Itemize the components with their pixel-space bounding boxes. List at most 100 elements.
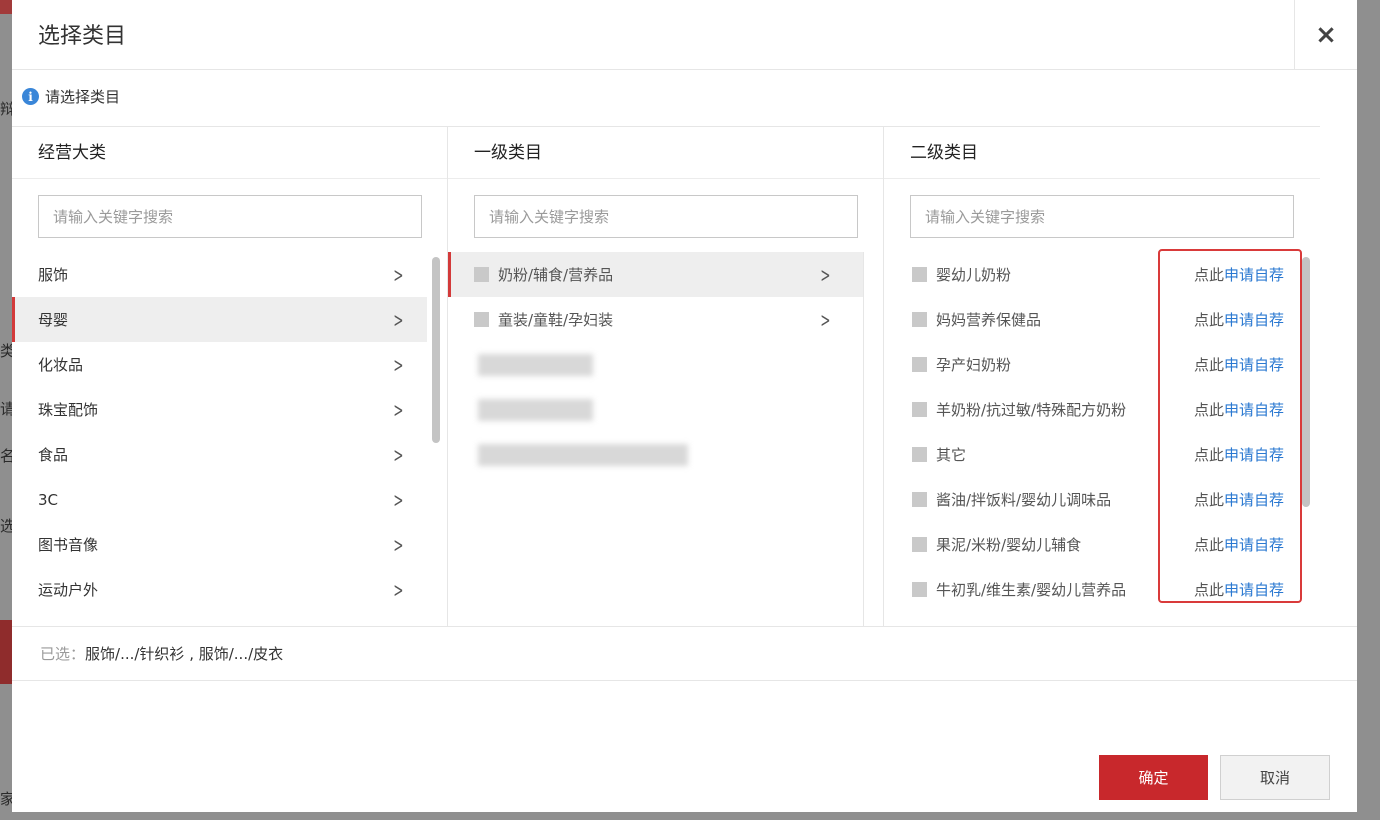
apply-link[interactable]: 点此申请自荐 xyxy=(1194,399,1284,420)
list-item[interactable]: 童装/童鞋/孕妇装 > xyxy=(448,297,864,342)
list-item[interactable]: 图书音像 > xyxy=(12,522,427,567)
list-item-label: 羊奶粉/抗过敏/特殊配方奶粉 xyxy=(936,401,1127,419)
apply-link-prefix: 点此 xyxy=(1194,536,1225,554)
list-item-label: 3C xyxy=(38,490,59,509)
list-item: 妈妈营养保健品 点此申请自荐 xyxy=(884,297,1299,342)
list-item: 婴幼儿奶粉 点此申请自荐 xyxy=(884,252,1299,297)
checkbox[interactable] xyxy=(912,447,927,462)
chevron-right-icon: > xyxy=(393,352,404,377)
scrollbar[interactable] xyxy=(1302,257,1310,507)
apply-link[interactable]: 点此申请自荐 xyxy=(1194,534,1284,555)
list-item-label: 酱油/拌饭料/婴幼儿调味品 xyxy=(936,491,1112,509)
list-item: 牛初乳/维生素/婴幼儿营养品 点此申请自荐 xyxy=(884,567,1299,612)
cancel-button[interactable]: 取消 xyxy=(1220,755,1330,800)
list-item-label: 牛初乳/维生素/婴幼儿营养品 xyxy=(936,581,1127,599)
selected-summary: 已选：服饰/.../针织衫 , 服饰/.../皮衣 xyxy=(12,626,1357,681)
obscured-row xyxy=(448,432,864,477)
search-input[interactable] xyxy=(910,195,1294,238)
checkbox[interactable] xyxy=(912,357,927,372)
column-level1-category: 一级类目 奶粉/辅食/营养品 > 童装/童鞋/孕妇装 > xyxy=(448,127,884,627)
modal-title: 选择类目 xyxy=(38,24,127,49)
apply-link[interactable]: 点此申请自荐 xyxy=(1194,489,1284,510)
list-item-label: 珠宝配饰 xyxy=(38,401,99,419)
list-item: 酱油/拌饭料/婴幼儿调味品 点此申请自荐 xyxy=(884,477,1299,522)
apply-link-text: 申请自荐 xyxy=(1224,491,1285,509)
hint-text: 请选择类目 xyxy=(45,88,121,106)
checkbox[interactable] xyxy=(912,537,927,552)
chevron-right-icon: > xyxy=(393,487,404,512)
search-input[interactable] xyxy=(474,195,858,238)
modal-header: 选择类目 × xyxy=(12,0,1357,70)
apply-link-prefix: 点此 xyxy=(1194,581,1225,599)
list-item-label: 奶粉/辅食/营养品 xyxy=(498,266,614,284)
column-header: 一级类目 xyxy=(448,127,883,179)
list-item[interactable]: 母婴 > xyxy=(12,297,427,342)
list-item[interactable]: 服饰 > xyxy=(12,252,427,297)
hint-message: i 请选择类目 xyxy=(22,86,120,107)
list-item[interactable]: 运动户外 > xyxy=(12,567,427,612)
apply-link[interactable]: 点此申请自荐 xyxy=(1194,444,1284,465)
selected-label: 已选： xyxy=(40,645,86,663)
list-item[interactable]: 化妆品 > xyxy=(12,342,427,387)
list-item-label: 服饰 xyxy=(38,266,69,284)
list-item-label: 妈妈营养保健品 xyxy=(936,311,1042,329)
list-item: 孕产妇奶粉 点此申请自荐 xyxy=(884,342,1299,387)
list-item[interactable]: 珠宝配饰 > xyxy=(12,387,427,432)
apply-link-text: 申请自荐 xyxy=(1224,581,1285,599)
business-category-list: 服饰 > 母婴 > 化妆品 > 珠宝配饰 > 食品 >3C > 图书音像 > 运动户外 > xyxy=(12,252,427,612)
list-item-label: 化妆品 xyxy=(38,356,84,374)
checkbox[interactable] xyxy=(912,582,927,597)
apply-link-prefix: 点此 xyxy=(1194,266,1225,284)
confirm-button[interactable]: 确定 xyxy=(1099,755,1208,800)
checkbox[interactable] xyxy=(912,402,927,417)
chevron-right-icon: > xyxy=(393,262,404,287)
column-business-category: 经营大类 服饰 > 母婴 > 化妆品 > 珠宝配饰 > 食品 >3C > 图书音像 > 运动户外 > xyxy=(12,127,448,626)
list-item-label: 果泥/米粉/婴幼儿辅食 xyxy=(936,536,1082,554)
chevron-right-icon: > xyxy=(820,307,831,332)
checkbox[interactable] xyxy=(474,267,489,282)
apply-link-prefix: 点此 xyxy=(1194,491,1225,509)
redacted-block xyxy=(478,444,688,466)
list-item[interactable]: 奶粉/辅食/营养品 > xyxy=(448,252,864,297)
apply-link[interactable]: 点此申请自荐 xyxy=(1194,354,1284,375)
chevron-right-icon: > xyxy=(820,262,831,287)
search-input[interactable] xyxy=(38,195,422,238)
checkbox[interactable] xyxy=(912,492,927,507)
list-item: 果泥/米粉/婴幼儿辅食 点此申请自荐 xyxy=(884,522,1299,567)
checkbox[interactable] xyxy=(474,312,489,327)
backdrop-red-corner xyxy=(0,0,12,14)
list-item-label: 图书音像 xyxy=(38,536,99,554)
close-icon[interactable]: × xyxy=(1294,0,1357,70)
apply-link-text: 申请自荐 xyxy=(1224,356,1285,374)
list-item[interactable]: 食品 > xyxy=(12,432,427,477)
apply-link-prefix: 点此 xyxy=(1194,401,1225,419)
category-select-modal: 选择类目 × i 请选择类目 经营大类 服饰 > 母婴 > 化妆品 > 珠宝配饰 > 食品 >3C… xyxy=(12,0,1357,812)
chevron-right-icon: > xyxy=(393,307,404,332)
list-item-label: 孕产妇奶粉 xyxy=(936,356,1012,374)
chevron-right-icon: > xyxy=(393,577,404,602)
list-item: 其它 点此申请自荐 xyxy=(884,432,1299,477)
chevron-right-icon: > xyxy=(393,532,404,557)
apply-link[interactable]: 点此申请自荐 xyxy=(1194,309,1284,330)
apply-link-prefix: 点此 xyxy=(1194,311,1225,329)
apply-link[interactable]: 点此申请自荐 xyxy=(1194,579,1284,600)
chevron-right-icon: > xyxy=(393,442,404,467)
list-item[interactable]: 3C > xyxy=(12,477,427,522)
list-item-label: 婴幼儿奶粉 xyxy=(936,266,1012,284)
backdrop-red-block xyxy=(0,620,12,684)
level1-category-list: 奶粉/辅食/营养品 > 童装/童鞋/孕妇装 > xyxy=(448,252,864,477)
checkbox[interactable] xyxy=(912,267,927,282)
list-item-label: 童装/童鞋/孕妇装 xyxy=(498,311,614,329)
obscured-row xyxy=(448,387,864,432)
apply-link-text: 申请自荐 xyxy=(1224,536,1285,554)
redacted-block xyxy=(478,399,593,421)
obscured-row xyxy=(448,342,864,387)
chevron-right-icon: > xyxy=(393,397,404,422)
level2-category-list: 婴幼儿奶粉 点此申请自荐 妈妈营养保健品 点此申请自荐 孕产妇奶粉 点此申请自荐 羊奶粉/抗… xyxy=(884,252,1299,612)
scrollbar[interactable] xyxy=(432,257,440,443)
checkbox[interactable] xyxy=(912,312,927,327)
info-icon: i xyxy=(22,88,39,105)
list-item-label: 其它 xyxy=(936,446,967,464)
apply-link[interactable]: 点此申请自荐 xyxy=(1194,264,1284,285)
apply-link-text: 申请自荐 xyxy=(1224,266,1285,284)
